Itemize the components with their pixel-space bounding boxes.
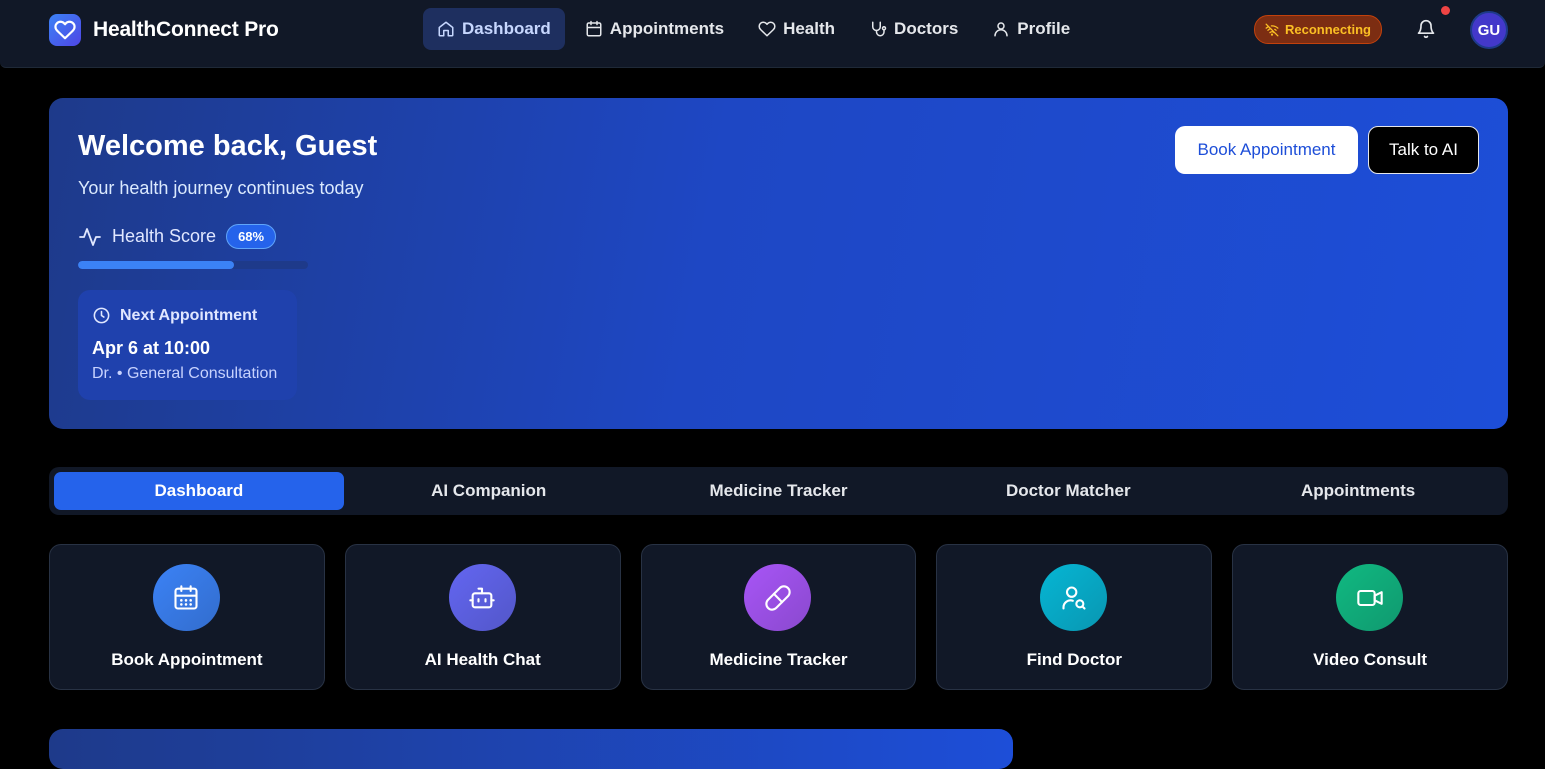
top-navbar: HealthConnect Pro Dashboard Appointments… (0, 0, 1545, 68)
heart-logo-icon (49, 14, 81, 46)
avatar[interactable]: GU (1470, 11, 1508, 49)
health-score-label: Health Score (112, 226, 217, 246)
nav-item-health[interactable]: Health (744, 8, 849, 50)
welcome-hero: Welcome back, Guest Your health journey … (49, 98, 1508, 429)
book-appointment-button[interactable]: Book Appointment (1175, 126, 1358, 174)
quick-action-find-doctor[interactable]: Find Doctor (936, 544, 1213, 690)
talk-to-ai-button[interactable]: Talk to AI (1368, 126, 1479, 174)
video-icon (1336, 564, 1404, 631)
bot-icon (448, 564, 516, 631)
tab-dashboard[interactable]: Dashboard (54, 472, 344, 510)
wifi-off-icon (1265, 23, 1279, 36)
quick-action-label: Medicine Tracker (709, 650, 848, 669)
connection-status-label: Reconnecting (1285, 22, 1371, 37)
nav-item-label: Appointments (609, 19, 725, 38)
bell-icon (1417, 19, 1435, 39)
calendar-icon (586, 20, 602, 37)
dashboard-tabs: Dashboard AI Companion Medicine Tracker … (49, 467, 1508, 515)
calendar-icon (152, 564, 220, 631)
health-score-badge: 68% (226, 224, 277, 249)
quick-action-label: AI Health Chat (424, 650, 541, 669)
connection-status-badge: Reconnecting (1254, 15, 1382, 44)
next-appointment-heading-label: Next Appointment (120, 306, 258, 324)
brand[interactable]: HealthConnect Pro (49, 14, 279, 46)
main-nav: Dashboard Appointments Health Doctors Pr… (423, 8, 1090, 50)
tab-medicine-tracker[interactable]: Medicine Tracker (634, 472, 924, 510)
notification-dot (1441, 6, 1450, 15)
user-search-icon (1040, 564, 1108, 631)
tab-doctor-matcher[interactable]: Doctor Matcher (923, 472, 1213, 510)
quick-action-video-consult[interactable]: Video Consult (1232, 544, 1508, 690)
quick-action-label: Book Appointment (111, 650, 263, 669)
nav-item-appointments[interactable]: Appointments (571, 8, 738, 50)
welcome-title: Welcome back, Guest (78, 130, 378, 162)
nav-item-label: Profile (1017, 19, 1071, 38)
quick-action-label: Find Doctor (1026, 650, 1122, 669)
nav-item-doctors[interactable]: Doctors (855, 8, 972, 50)
next-appointment-heading: Next Appointment (92, 306, 257, 325)
quick-action-label: Video Consult (1313, 650, 1428, 669)
health-score-progress-fill (78, 261, 235, 269)
tab-appointments[interactable]: Appointments (1213, 472, 1503, 510)
pill-icon (744, 564, 812, 631)
quick-actions: Book Appointment AI Health Chat Medicine… (49, 544, 1508, 690)
activity-icon (79, 227, 101, 246)
next-appointment-date: Apr 6 at 10:00 (92, 338, 211, 358)
tab-ai-companion[interactable]: AI Companion (344, 472, 634, 510)
next-appointment-detail: Dr. • General Consultation (92, 365, 278, 382)
nav-item-profile[interactable]: Profile (978, 8, 1084, 50)
heart-icon (758, 21, 776, 37)
next-appointment-card[interactable]: Next Appointment Apr 6 at 10:00 Dr. • Ge… (78, 290, 297, 400)
quick-action-medicine-tracker[interactable]: Medicine Tracker (640, 544, 917, 690)
health-score-row: Health Score 68% (78, 224, 277, 249)
nav-item-label: Health (783, 19, 836, 38)
notifications-button[interactable] (1416, 19, 1436, 44)
nav-item-dashboard[interactable]: Dashboard (423, 8, 565, 50)
nav-item-label: Dashboard (462, 19, 551, 38)
clock-icon (93, 307, 110, 324)
bottom-panel (49, 729, 1013, 769)
nav-item-label: Doctors (894, 19, 959, 38)
app-name: HealthConnect Pro (93, 18, 279, 41)
home-icon (438, 21, 454, 37)
health-score-progress (78, 261, 308, 269)
welcome-subtitle: Your health journey continues today (78, 178, 364, 198)
user-icon (994, 22, 1009, 37)
quick-action-ai-health-chat[interactable]: AI Health Chat (344, 544, 621, 690)
quick-action-book-appointment[interactable]: Book Appointment (49, 544, 325, 690)
stethoscope-icon (872, 21, 887, 37)
